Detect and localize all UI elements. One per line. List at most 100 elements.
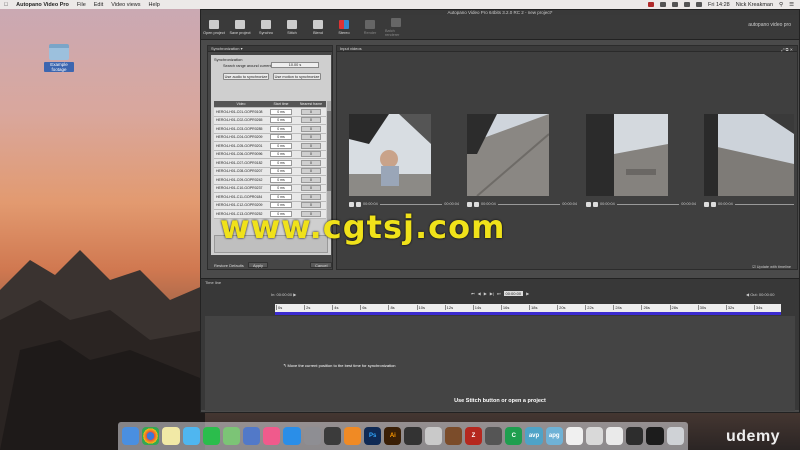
autopano-video-icon[interactable]: avp bbox=[525, 427, 543, 445]
in-point[interactable]: In: 00:00:00 ▶ bbox=[271, 292, 296, 297]
photoshop-icon[interactable]: Ps bbox=[364, 427, 382, 445]
blend-button[interactable]: Blend bbox=[307, 15, 329, 40]
next-frame-icon[interactable]: ▶| bbox=[490, 291, 494, 296]
photos-icon[interactable] bbox=[424, 427, 442, 445]
synchro-button[interactable]: Synchro bbox=[255, 15, 277, 40]
user-name[interactable]: Nick Kreakman bbox=[736, 2, 773, 8]
filezilla-icon[interactable]: Z bbox=[464, 427, 483, 445]
play-icon[interactable]: ▶ bbox=[484, 291, 487, 296]
start-time-spinner[interactable]: 0 ms bbox=[270, 117, 292, 124]
play-icon[interactable] bbox=[467, 201, 472, 207]
menu-app-name[interactable]: Autopano Video Pro bbox=[16, 2, 69, 8]
start-time-spinner[interactable]: 0 ms bbox=[270, 151, 292, 158]
record-icon[interactable] bbox=[648, 2, 655, 7]
battery-icon[interactable] bbox=[696, 2, 703, 7]
vlc-icon[interactable] bbox=[343, 427, 362, 445]
final-cut-icon[interactable] bbox=[323, 427, 341, 445]
stitch-button[interactable]: Stitch bbox=[281, 15, 303, 40]
timeline-ruler[interactable]: 0s 2s 4s 6s 8s 10s 12s 14s 16s 18s 20s 22s 24s 26s 28s… bbox=[275, 304, 781, 312]
trash-icon[interactable] bbox=[666, 427, 684, 445]
render-button[interactable]: Render bbox=[359, 15, 381, 40]
menu-help[interactable]: Help bbox=[149, 2, 160, 8]
stereo-button[interactable]: Stereo bbox=[333, 15, 355, 40]
current-time-field[interactable]: 00:00:00 bbox=[503, 291, 524, 296]
table-row[interactable]: HERO4-H01-C05-GOPR0201 0 ms 0 bbox=[214, 142, 326, 151]
table-row[interactable]: HERO4-H01-C11-GOPR0184 0 ms 0 bbox=[214, 193, 326, 202]
menu-edit[interactable]: Edit bbox=[94, 2, 103, 8]
keynote-icon[interactable] bbox=[243, 427, 261, 445]
app-store-icon[interactable] bbox=[283, 427, 301, 445]
timeline-track-area[interactable]: ↰ Move the current position to the best … bbox=[205, 316, 795, 411]
update-with-timeline-checkbox[interactable]: ☑ Update with timeline bbox=[752, 264, 791, 269]
video-thumbnail[interactable] bbox=[349, 114, 431, 196]
video-thumbnail[interactable] bbox=[467, 114, 549, 196]
video-scrub-bar[interactable] bbox=[734, 203, 794, 205]
document-icon[interactable] bbox=[565, 427, 583, 445]
table-row[interactable]: HERO4-H01-C07-GOPR0182 0 ms 0 bbox=[214, 159, 326, 168]
messages-icon[interactable] bbox=[182, 427, 200, 445]
preview-icon[interactable] bbox=[606, 427, 624, 445]
play-icon[interactable] bbox=[349, 201, 354, 207]
video-scrub-bar[interactable] bbox=[379, 203, 443, 205]
volume-icon[interactable] bbox=[684, 2, 691, 7]
archive-icon[interactable] bbox=[585, 427, 604, 445]
dropbox-icon[interactable] bbox=[660, 2, 667, 7]
video-scrub-bar[interactable] bbox=[616, 203, 680, 205]
play-icon[interactable] bbox=[704, 201, 709, 207]
save-project-button[interactable]: Save project bbox=[229, 15, 251, 40]
stop-icon[interactable] bbox=[711, 201, 716, 207]
prev-frame-icon[interactable]: ◀ bbox=[478, 291, 481, 296]
stop-icon[interactable] bbox=[356, 201, 361, 207]
start-time-spinner[interactable]: 0 ms bbox=[270, 168, 292, 175]
table-row[interactable]: HERO4-H01-C03-GOPR0285 0 ms 0 bbox=[214, 125, 326, 134]
restore-defaults-button[interactable]: Restore Defaults bbox=[212, 262, 246, 269]
chrome-icon[interactable] bbox=[142, 427, 160, 445]
menu-video-views[interactable]: Video views bbox=[111, 2, 140, 8]
table-row[interactable]: HERO4-H01-C06-GOPR0096 0 ms 0 bbox=[214, 150, 326, 159]
table-row[interactable]: HERO4-H01-C09-GOPR0242 0 ms 0 bbox=[214, 176, 326, 185]
list-icon[interactable]: ☰ bbox=[789, 2, 794, 8]
col-nearest-frame[interactable]: Nearest frame bbox=[296, 102, 326, 106]
start-time-spinner[interactable]: 0 ms bbox=[270, 108, 292, 115]
cinema-icon[interactable] bbox=[404, 427, 422, 445]
apply-button[interactable]: Apply bbox=[248, 262, 269, 268]
skip-start-icon[interactable]: ⏮ bbox=[471, 291, 475, 296]
table-row[interactable]: HERO4-H01-C10-GOPR0237 0 ms 0 bbox=[214, 184, 326, 193]
autopano-giga-icon[interactable]: apg bbox=[545, 427, 563, 445]
start-time-spinner[interactable]: 0 ms bbox=[270, 176, 292, 183]
illustrator-icon[interactable]: Ai bbox=[384, 427, 402, 445]
start-time-spinner[interactable]: 0 ms bbox=[270, 159, 292, 166]
notes-icon[interactable] bbox=[162, 427, 180, 445]
finder-icon[interactable] bbox=[122, 427, 140, 445]
stop-icon[interactable] bbox=[474, 201, 479, 207]
start-time-spinner[interactable]: 0 ms bbox=[270, 125, 292, 132]
skip-end-icon[interactable]: ⏭ bbox=[497, 291, 501, 296]
batch-renderer-button[interactable]: Batch renderer bbox=[385, 15, 407, 40]
table-row[interactable]: HERO4-H01-C08-GOPR0207 0 ms 0 bbox=[214, 167, 326, 176]
step-icon[interactable]: ▶ bbox=[526, 291, 529, 296]
panel-window-controls[interactable]: ⤢ ⧉ ✕ bbox=[781, 47, 793, 52]
col-video[interactable]: Video bbox=[214, 102, 266, 106]
apple-icon[interactable]:  bbox=[4, 2, 8, 8]
range-input[interactable]: 10.00 s bbox=[271, 62, 319, 68]
scrollbar-thumb[interactable] bbox=[327, 111, 331, 191]
terminal-icon[interactable] bbox=[646, 427, 664, 445]
video-thumbnail[interactable] bbox=[586, 114, 668, 196]
maps-icon[interactable] bbox=[222, 427, 241, 445]
table-row[interactable]: HERO4-H01-C04-GOPR0209 0 ms 0 bbox=[214, 133, 326, 142]
stop-icon[interactable] bbox=[593, 201, 598, 207]
media-player-icon[interactable] bbox=[444, 427, 462, 445]
video-thumbnail[interactable] bbox=[704, 114, 794, 196]
tool-icon[interactable] bbox=[485, 427, 503, 445]
open-project-button[interactable]: Open project bbox=[203, 15, 225, 40]
itunes-icon[interactable] bbox=[263, 427, 281, 445]
wifi-icon[interactable] bbox=[672, 2, 679, 7]
use-motion-button[interactable]: Use motion to synchronize bbox=[273, 73, 321, 80]
start-time-spinner[interactable]: 0 ms bbox=[270, 185, 292, 192]
start-time-spinner[interactable]: 0 ms bbox=[270, 134, 292, 141]
col-start-time[interactable]: Start time bbox=[266, 102, 296, 106]
table-row[interactable]: HERO4-H01-C02-GOPR0265 0 ms 0 bbox=[214, 116, 326, 125]
video-scrub-bar[interactable] bbox=[497, 203, 561, 205]
facetime-icon[interactable] bbox=[202, 427, 220, 445]
clock[interactable]: Fri 14:28 bbox=[708, 2, 730, 8]
